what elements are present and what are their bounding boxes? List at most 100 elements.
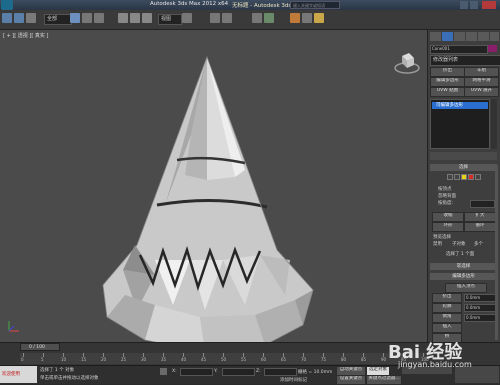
render-setup-icon[interactable] xyxy=(302,13,312,23)
timeline-tick-label: 35 xyxy=(161,357,167,362)
select-by-name-icon[interactable] xyxy=(82,13,92,23)
panel-tab-display-icon[interactable] xyxy=(478,32,489,41)
lock-selection-icon[interactable] xyxy=(160,368,167,375)
search-placeholder: 键入关键字或短语 xyxy=(293,3,325,8)
check-by-angle[interactable]: 按角度: xyxy=(438,200,453,206)
track-bar[interactable]: 0 5 10 15 20 25 30 35 40 45 50 55 60 65 70 75 80 85 90 95 10… xyxy=(20,353,429,364)
panel-tab-hierarchy-icon[interactable] xyxy=(454,32,465,41)
timeline-tick-label: 5 xyxy=(41,357,44,362)
select-icon[interactable] xyxy=(70,13,80,23)
baidu-watermark-url: jingyan.baidu.com xyxy=(398,360,472,369)
subobj-polygon-icon[interactable] xyxy=(468,174,474,180)
subobj-element-icon[interactable] xyxy=(475,174,481,180)
loop-button[interactable]: 循环 xyxy=(464,222,496,232)
viewport-label[interactable]: [ + ][ 透视 ][ 真实 ] xyxy=(3,32,48,39)
outline-button[interactable]: 轮廓 xyxy=(432,303,462,313)
check-ignore-backfacing[interactable]: 忽略背面 xyxy=(438,193,456,199)
preview-option-off[interactable]: 禁用 xyxy=(433,241,442,247)
close-button[interactable] xyxy=(482,1,496,9)
frame-counter: 0 / 100 xyxy=(29,345,45,350)
inset-button[interactable]: 插入 xyxy=(432,323,462,333)
timeline-tick-label: 65 xyxy=(281,357,287,362)
time-slider[interactable]: 0 / 100 xyxy=(20,343,60,351)
modifier-button-uvw-unwrap[interactable]: UVW 展开 xyxy=(464,87,499,97)
stack-scrollbar[interactable] xyxy=(491,99,497,149)
soft-selection-header[interactable]: 软选择 xyxy=(430,263,497,270)
insert-vertex-button[interactable]: 插入顶点 xyxy=(445,283,487,293)
timeline-tick-label: 20 xyxy=(101,357,107,362)
edit-polygons-header[interactable]: 编辑多边形 xyxy=(430,273,497,280)
perspective-viewport[interactable]: [ + ][ 透视 ][ 真实 ] xyxy=(0,30,427,353)
maxscript-mini-listener[interactable]: 欢迎使用 xyxy=(0,366,37,383)
add-time-tag[interactable]: 添加时间标记 xyxy=(280,377,307,383)
timeline-tick-label: 50 xyxy=(221,357,227,362)
grid-size: 栅格 = 10.0mm xyxy=(298,370,333,375)
redo-icon[interactable] xyxy=(14,13,24,23)
modifier-button-edit-poly[interactable]: 编辑多边形 xyxy=(430,77,465,87)
search-field[interactable]: 键入关键字或短语 xyxy=(290,1,340,9)
move-icon[interactable] xyxy=(118,13,128,23)
subobj-edge-icon[interactable] xyxy=(454,174,460,180)
panel-tab-create-icon[interactable] xyxy=(430,32,441,41)
spinner-3[interactable]: 0.0mm xyxy=(464,314,497,322)
modifier-button-uvw-map[interactable]: UVW 贴图 xyxy=(430,87,465,97)
timeline-tick-label: 40 xyxy=(181,357,187,362)
z-coord-field[interactable] xyxy=(264,368,297,376)
selection-rollout-header[interactable]: 选择 xyxy=(430,164,497,171)
timeline-tick-label: 45 xyxy=(201,357,207,362)
mirror-icon[interactable] xyxy=(210,13,220,23)
check-by-vertex[interactable]: 按顶点 xyxy=(438,186,452,192)
grow-button[interactable]: 扩大 xyxy=(464,212,496,222)
preview-option-multi[interactable]: 多个 xyxy=(474,241,483,247)
preview-option-subobj[interactable]: 子对象 xyxy=(452,241,466,247)
rotate-icon[interactable] xyxy=(130,13,140,23)
shrink-button[interactable]: 收缩 xyxy=(432,212,464,222)
angle-spinner[interactable] xyxy=(470,200,495,208)
cone-object[interactable] xyxy=(95,55,335,355)
spinner-1[interactable]: 0.0mm xyxy=(464,294,497,302)
help-icon[interactable] xyxy=(460,1,468,9)
reference-coord-dropdown[interactable]: 视图 xyxy=(158,14,182,25)
title-bar: Autodesk 3ds Max 2012 x64 无标题 - Autodesk… xyxy=(0,0,500,10)
snap-icon[interactable] xyxy=(182,13,192,23)
y-coord-field[interactable] xyxy=(222,368,255,376)
panel-tab-utilities-icon[interactable] xyxy=(490,32,499,41)
x-coord-label: X: xyxy=(172,369,177,374)
z-coord-label: Z: xyxy=(256,369,261,374)
scale-icon[interactable] xyxy=(142,13,152,23)
curve-editor-icon[interactable] xyxy=(264,13,274,23)
modifier-list-dropdown[interactable]: 修改器列表 xyxy=(430,55,500,66)
timeline-tick-label: 25 xyxy=(121,357,127,362)
timeline-tick-label: 55 xyxy=(241,357,247,362)
modifier-button-extrude[interactable]: 挤出 xyxy=(430,67,465,77)
rect-select-icon[interactable] xyxy=(94,13,104,23)
panel-tab-modify-icon[interactable] xyxy=(442,32,453,41)
link-icon[interactable] xyxy=(26,13,36,23)
modifier-stack[interactable]: 可编辑多边形 xyxy=(430,99,490,149)
panel-scrollbar[interactable] xyxy=(495,165,498,340)
stack-item-editable-poly[interactable]: 可编辑多边形 xyxy=(432,102,488,109)
ring-button[interactable]: 环形 xyxy=(432,222,464,232)
panel-tab-motion-icon[interactable] xyxy=(466,32,477,41)
app-logo-icon[interactable] xyxy=(1,0,13,10)
viewcube-icon[interactable] xyxy=(392,48,422,78)
object-color-swatch[interactable] xyxy=(488,45,497,52)
timeline-tick-label: 15 xyxy=(81,357,87,362)
bevel-button[interactable]: 倒角 xyxy=(432,313,462,323)
x-coord-field[interactable] xyxy=(180,368,213,376)
extrude-button[interactable]: 挤出 xyxy=(432,293,462,303)
layer-icon[interactable] xyxy=(252,13,262,23)
selection-filter-dropdown[interactable]: 全部 xyxy=(44,14,72,25)
modifier-button-meshsmooth[interactable]: 网格平滑 xyxy=(464,77,499,87)
stack-tools[interactable] xyxy=(430,152,497,160)
subobj-vertex-icon[interactable] xyxy=(447,174,453,180)
modifier-button-lathe[interactable]: 车削 xyxy=(464,67,499,77)
subobj-border-icon[interactable] xyxy=(461,174,467,180)
minimize-button[interactable] xyxy=(470,1,478,9)
material-editor-icon[interactable] xyxy=(290,13,300,23)
align-icon[interactable] xyxy=(222,13,232,23)
undo-icon[interactable] xyxy=(2,13,12,23)
object-name-field[interactable]: Cone001 xyxy=(430,45,488,54)
render-icon[interactable] xyxy=(314,13,324,23)
spinner-2[interactable]: 0.0mm xyxy=(464,304,497,312)
